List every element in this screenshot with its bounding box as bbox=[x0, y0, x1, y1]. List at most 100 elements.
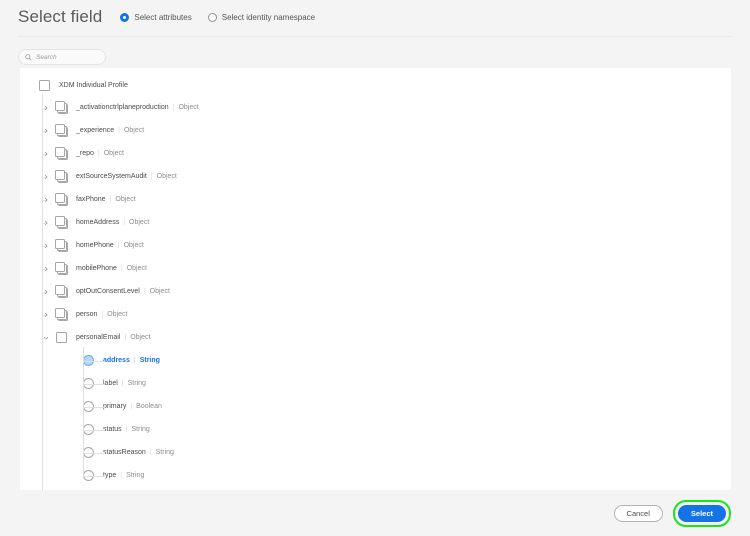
tree-node-type: Object bbox=[129, 219, 150, 226]
tree-connector-line bbox=[83, 429, 105, 431]
tree-row-leaf[interactable]: address | String bbox=[20, 349, 731, 372]
tree-node-label-group: XDM Individual Profile bbox=[59, 82, 128, 89]
tree-row[interactable]: personalEmail | Object bbox=[20, 326, 731, 349]
tree-connector-line bbox=[42, 291, 46, 293]
tree-node-label-group: status | String bbox=[103, 426, 150, 433]
tree-node-label: person bbox=[76, 311, 98, 318]
tree-row-leaf[interactable]: type | String bbox=[20, 464, 731, 487]
tree-node-type: Object bbox=[149, 288, 170, 295]
tree-node-type-separator: | bbox=[133, 357, 136, 364]
tree-node-type-separator: | bbox=[118, 127, 120, 134]
tree-row[interactable]: _experience | Object bbox=[20, 119, 731, 142]
tree-node-label: _experience bbox=[76, 127, 115, 134]
tree-node-label-group: _activationctrlplaneproduction | Object bbox=[76, 104, 199, 111]
tree-node-type-separator: | bbox=[143, 288, 146, 295]
stacked-checkbox-icon[interactable] bbox=[55, 285, 68, 298]
tree-node-label: address bbox=[103, 357, 130, 364]
tree-node-type-separator: | bbox=[124, 334, 127, 341]
tree-node-type-separator: | bbox=[109, 196, 112, 203]
tree-connector-line bbox=[83, 360, 105, 362]
tree-node-label-group: extSourceSystemAudit | Object bbox=[76, 173, 177, 180]
select-button[interactable]: Select bbox=[677, 504, 726, 522]
tree-row[interactable]: _repo | Object bbox=[20, 142, 731, 165]
tree-row-root[interactable]: XDM Individual Profile bbox=[20, 74, 731, 96]
tree-node-label: status bbox=[103, 426, 122, 433]
tree-connector-line bbox=[83, 452, 105, 454]
tree-node-label: _activationctrlplaneproduction bbox=[76, 104, 169, 111]
radio-select-attributes-label: Select attributes bbox=[134, 12, 192, 22]
stacked-checkbox-icon[interactable] bbox=[55, 101, 68, 114]
tree-node-type: String bbox=[126, 472, 145, 479]
tree-node-type: Object bbox=[130, 334, 151, 341]
tree-connector-line bbox=[42, 153, 46, 155]
tree-node-label: primary bbox=[103, 403, 127, 410]
tree-node-type: Boolean bbox=[136, 403, 162, 410]
tree-connector-line bbox=[42, 314, 46, 316]
tree-row[interactable]: faxPhone | Object bbox=[20, 188, 731, 211]
tree-row[interactable]: _activationctrlplaneproduction | Object bbox=[20, 96, 731, 119]
tree-node-label: extSourceSystemAudit bbox=[76, 173, 147, 180]
search-box[interactable] bbox=[18, 49, 106, 65]
radio-selected-icon bbox=[120, 12, 130, 22]
radio-select-attributes[interactable]: Select attributes bbox=[120, 12, 192, 22]
search-field-wrapper bbox=[18, 49, 106, 65]
tree-node-type-separator: | bbox=[123, 219, 126, 226]
checkbox-icon[interactable] bbox=[56, 332, 67, 343]
select-button-highlight: Select bbox=[672, 499, 731, 527]
tree-node-label: _repo bbox=[76, 150, 94, 157]
tree-node-label-group: _repo | Object bbox=[76, 150, 124, 157]
stacked-checkbox-icon[interactable] bbox=[55, 124, 68, 137]
tree-row[interactable]: optOutConsentLevel | Object bbox=[20, 280, 731, 303]
tree-node-type-separator: | bbox=[150, 173, 153, 180]
tree-connector-line bbox=[42, 337, 46, 339]
mode-radio-group: Select attributes Select identity namesp… bbox=[120, 12, 315, 22]
tree-node-type: Object bbox=[123, 127, 145, 134]
tree-connector-line bbox=[42, 107, 46, 109]
header-divider bbox=[18, 36, 732, 37]
page-title: Select field bbox=[18, 7, 103, 26]
stacked-checkbox-icon[interactable] bbox=[55, 147, 68, 160]
tree-connector-line bbox=[83, 475, 105, 477]
tree-connector-line bbox=[42, 245, 46, 247]
stacked-checkbox-icon[interactable] bbox=[55, 308, 68, 321]
tree-node-type: Object bbox=[115, 196, 136, 203]
tree-node-type-separator: | bbox=[172, 104, 175, 111]
stacked-checkbox-icon[interactable] bbox=[55, 239, 68, 252]
checkbox-icon[interactable] bbox=[39, 79, 50, 91]
field-tree-panel[interactable]: XDM Individual Profile _activationctrlpla… bbox=[20, 68, 731, 490]
tree-node-label-group: primary | Boolean bbox=[103, 403, 162, 410]
tree-row[interactable]: homePhone | Object bbox=[20, 234, 731, 257]
tree-connector-line bbox=[83, 406, 105, 408]
stacked-checkbox-icon[interactable] bbox=[55, 216, 68, 229]
tree-node-label: XDM Individual Profile bbox=[59, 81, 128, 89]
dialog-header: Select field Select attributes Select id… bbox=[0, 0, 750, 34]
stacked-checkbox-icon[interactable] bbox=[55, 170, 68, 183]
tree-node-type: Object bbox=[107, 311, 128, 318]
search-input[interactable] bbox=[36, 53, 98, 61]
tree-row[interactable]: homeAddress | Object bbox=[20, 211, 731, 234]
radio-select-identity-namespace[interactable]: Select identity namespace bbox=[207, 12, 315, 22]
tree-node-type: Object bbox=[126, 265, 147, 272]
tree-row-leaf[interactable]: status | String bbox=[20, 418, 731, 441]
tree-row-leaf[interactable]: statusReason | String bbox=[20, 441, 731, 464]
tree-node-label-group: address | String bbox=[103, 357, 160, 364]
tree-node-label-group: mobilePhone | Object bbox=[76, 265, 147, 272]
stacked-checkbox-icon[interactable] bbox=[55, 262, 68, 275]
tree-row-leaf[interactable]: label | String bbox=[20, 372, 731, 395]
tree-row[interactable]: extSourceSystemAudit | Object bbox=[20, 165, 731, 188]
radio-unselected-icon bbox=[207, 12, 217, 22]
tree-node-label: mobilePhone bbox=[76, 265, 117, 272]
tree-node-label: label bbox=[103, 380, 118, 387]
stacked-checkbox-icon[interactable] bbox=[55, 193, 68, 206]
tree-node-type: String bbox=[127, 380, 146, 387]
tree-node-type-separator: | bbox=[117, 242, 120, 249]
tree-row[interactable]: mobilePhone | Object bbox=[20, 257, 731, 280]
dialog-footer: Cancel Select bbox=[0, 490, 750, 536]
cancel-button[interactable]: Cancel bbox=[613, 504, 663, 522]
tree-row[interactable]: person | Object bbox=[20, 303, 731, 326]
tree-node-label-group: person | Object bbox=[76, 311, 127, 318]
tree-row-leaf[interactable]: primary | Boolean bbox=[20, 395, 731, 418]
tree-connector-line bbox=[83, 383, 105, 385]
tree-node-label-group: _experience | Object bbox=[76, 127, 144, 134]
tree-connector-line bbox=[42, 130, 46, 132]
